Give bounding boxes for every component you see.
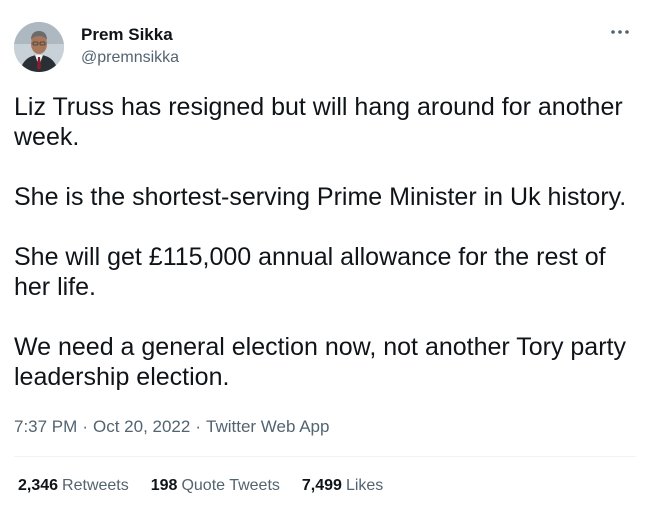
tweet-time[interactable]: 7:37 PM <box>14 417 77 436</box>
tweet-card: Prem Sikka @premnsikka Liz Truss has res… <box>0 0 650 508</box>
retweets-label: Retweets <box>62 477 129 494</box>
quote-tweets-count: 198 <box>150 477 178 494</box>
likes-count: 7,499 <box>301 477 342 494</box>
retweets-count: 2,346 <box>18 477 59 494</box>
divider <box>14 456 636 457</box>
tweet-paragraph: We need a general election now, not anot… <box>14 333 626 391</box>
avatar[interactable] <box>14 22 64 72</box>
tweet-stats: 2,346 Retweets 198 Quote Tweets 7,499 Likes <box>18 476 383 496</box>
likes-stat[interactable]: 7,499 Likes <box>302 476 383 496</box>
author-handle[interactable]: @premnsikka <box>81 48 179 68</box>
meta-separator: · <box>82 417 88 436</box>
meta-separator: · <box>195 417 201 436</box>
tweet-meta: 7:37 PM · Oct 20, 2022 · Twitter Web App <box>14 416 329 438</box>
tweet-paragraph: She will get £115,000 annual allowance f… <box>14 243 606 301</box>
tweet-source: Twitter Web App <box>206 417 330 436</box>
author-name[interactable]: Prem Sikka <box>81 25 173 45</box>
quote-tweets-label: Quote Tweets <box>181 477 280 494</box>
tweet-paragraph: Liz Truss has resigned but will hang aro… <box>14 93 623 151</box>
quote-tweets-stat[interactable]: 198 Quote Tweets <box>151 476 280 496</box>
more-options-icon[interactable] <box>608 20 632 44</box>
retweets-stat[interactable]: 2,346 Retweets <box>18 476 129 496</box>
tweet-date[interactable]: Oct 20, 2022 <box>93 417 190 436</box>
tweet-text: Liz Truss has resigned but will hang aro… <box>14 92 639 392</box>
likes-label: Likes <box>345 477 384 494</box>
profile-photo-icon <box>14 22 64 72</box>
tweet-paragraph: She is the shortest-serving Prime Minist… <box>14 183 627 211</box>
